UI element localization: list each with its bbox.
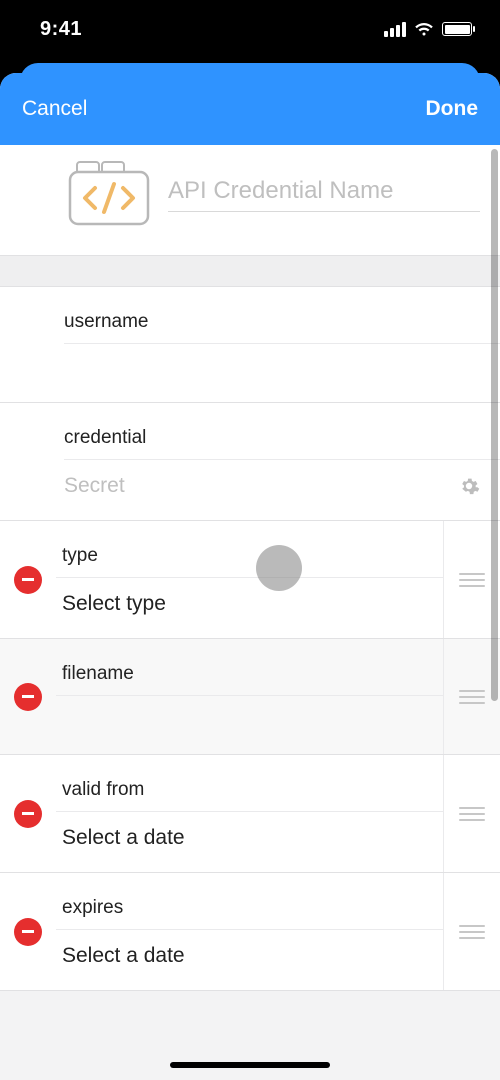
credential-label: credential xyxy=(64,403,500,460)
drag-handle-icon[interactable] xyxy=(459,690,485,704)
username-input[interactable] xyxy=(64,344,500,402)
delete-expires-button[interactable] xyxy=(14,918,42,946)
delete-minus-icon xyxy=(22,812,34,815)
gear-icon[interactable] xyxy=(458,475,480,497)
filename-value[interactable] xyxy=(56,696,443,754)
username-label: username xyxy=(64,287,500,344)
type-value[interactable]: Select type xyxy=(56,578,443,638)
delete-minus-icon xyxy=(22,695,34,698)
scroll-indicator[interactable] xyxy=(491,149,498,701)
row-filename: filename xyxy=(0,639,500,755)
delete-validfrom-button[interactable] xyxy=(14,800,42,828)
name-row: API Credential Name xyxy=(0,145,500,255)
expires-label: expires xyxy=(56,873,443,930)
battery-icon xyxy=(442,22,472,36)
status-time: 9:41 xyxy=(40,18,82,41)
credential-name-input[interactable]: API Credential Name xyxy=(168,177,480,212)
signal-icon xyxy=(384,22,406,37)
row-expires: expires Select a date xyxy=(0,873,500,991)
filename-label: filename xyxy=(56,639,443,696)
delete-minus-icon xyxy=(22,930,34,933)
cancel-button[interactable]: Cancel xyxy=(22,97,87,121)
valid-from-label: valid from xyxy=(56,755,443,812)
drag-handle-icon[interactable] xyxy=(459,573,485,587)
home-indicator[interactable] xyxy=(170,1062,330,1068)
row-valid-from: valid from Select a date xyxy=(0,755,500,873)
section-gap xyxy=(0,255,500,287)
drag-handle-icon[interactable] xyxy=(459,807,485,821)
touch-indicator xyxy=(256,545,302,591)
credential-input[interactable]: Secret xyxy=(64,474,125,498)
type-label: type xyxy=(56,521,443,578)
delete-type-button[interactable] xyxy=(14,566,42,594)
delete-minus-icon xyxy=(22,578,34,581)
row-type: type Select type xyxy=(0,521,500,639)
username-section: username xyxy=(0,287,500,403)
wifi-icon xyxy=(414,21,434,37)
delete-filename-button[interactable] xyxy=(14,683,42,711)
status-icons xyxy=(384,21,472,37)
status-bar: 9:41 xyxy=(0,0,500,58)
valid-from-value[interactable]: Select a date xyxy=(56,812,443,872)
sheet-header: Cancel Done xyxy=(0,73,500,145)
api-folder-icon xyxy=(68,161,150,227)
edit-sheet: Cancel Done API Credential Name xyxy=(0,73,500,1080)
done-button[interactable]: Done xyxy=(426,97,479,121)
drag-handle-icon[interactable] xyxy=(459,925,485,939)
sheet-body[interactable]: API Credential Name username credential … xyxy=(0,145,500,1080)
expires-value[interactable]: Select a date xyxy=(56,930,443,990)
credential-section: credential Secret xyxy=(0,403,500,521)
